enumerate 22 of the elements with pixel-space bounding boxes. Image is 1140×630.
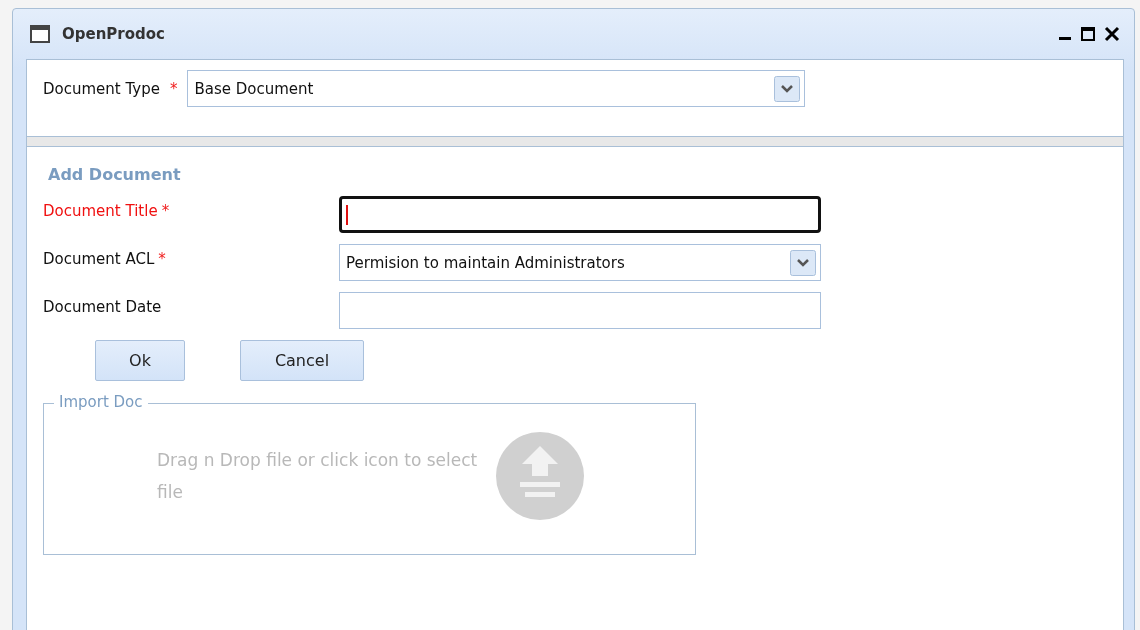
ok-button[interactable]: Ok xyxy=(95,340,185,381)
dropdown-icon[interactable] xyxy=(790,249,816,276)
required-mark: * xyxy=(158,250,166,268)
maximize-button[interactable] xyxy=(1080,26,1096,42)
required-mark: * xyxy=(169,79,178,98)
input-field[interactable] xyxy=(339,196,821,233)
window-icon xyxy=(30,25,50,43)
field-label: Document Date xyxy=(43,298,162,316)
field-label: Document Title xyxy=(43,202,158,220)
required-mark: * xyxy=(161,202,170,220)
cancel-button[interactable]: Cancel xyxy=(240,340,364,381)
dropdown-icon[interactable] xyxy=(774,75,801,102)
drop-hint: Drag n Drop file or click icon to select file xyxy=(157,449,479,504)
window-title: OpenProdoc xyxy=(62,25,165,43)
form-heading: Add Document xyxy=(48,165,182,184)
field-label: Document Type xyxy=(43,79,160,98)
import-legend: Import Doc xyxy=(54,393,148,411)
input-field[interactable] xyxy=(339,292,821,329)
document-type-select[interactable]: Base Document xyxy=(187,70,806,107)
acl-select[interactable]: Permision to maintain Administrators xyxy=(339,244,821,281)
field-label: Document ACL xyxy=(43,250,155,268)
close-button[interactable] xyxy=(1104,26,1120,42)
